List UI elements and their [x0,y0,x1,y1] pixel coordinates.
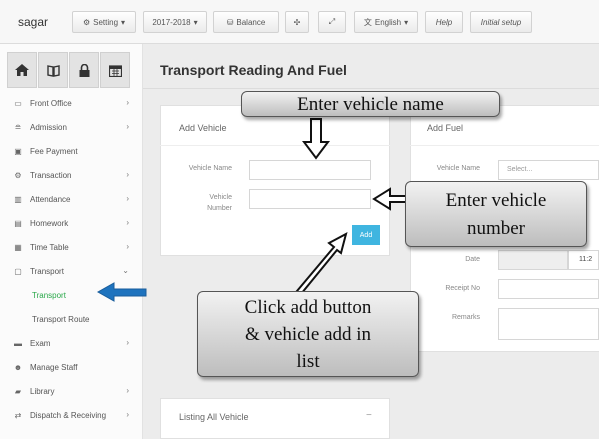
session-dropdown[interactable]: 2017-2018 ▾ [143,11,207,33]
caret-down-icon: ▾ [404,17,409,27]
sidebar-item-library[interactable]: ▰ Library › [0,379,143,403]
vehicle-name-label: Vehicle Name [188,165,232,172]
balance-button[interactable]: ⛁ Balance [213,11,279,33]
sidebar-shortcuts [7,52,130,88]
sidebar-item-homework[interactable]: ▤ Homework › [0,211,143,235]
add-fuel-title: Add Fuel [427,123,464,133]
lock-shortcut[interactable] [69,52,99,88]
help-button[interactable]: Help [425,11,463,33]
remarks-textarea[interactable] [498,308,599,340]
users-icon: ☻ [13,362,23,372]
sidebar-subitem-transport-route[interactable]: Transport Route [0,307,143,331]
brand-name: sagar [18,15,49,29]
chevron-right-icon: › [126,242,129,251]
callout-vehicle-name: Enter vehicle name [241,91,500,117]
bus-icon: ▢ [14,266,22,276]
database-icon: ⛁ [226,17,234,27]
top-navbar: sagar ⚙ Setting ▾ 2017-2018 ▾ ⛁ Balance … [0,0,599,44]
home-shortcut[interactable] [7,52,37,88]
home-icon [15,64,29,76]
sidebar-item-fee-payment[interactable]: ▣ Fee Payment [0,139,143,163]
chevron-right-icon: › [126,410,129,419]
sidebar-item-time-table[interactable]: ▦ Time Table › [0,235,143,259]
chevron-right-icon: › [126,98,129,107]
sidebar: ▭ Front Office › ≘ Admission › ▣ Fee Pay… [0,44,143,439]
library-icon: ▰ [14,386,22,396]
sidebar-item-dispatch[interactable]: ⇄ Dispatch & Receiving › [0,403,143,427]
fuel-vehicle-name-label: Vehicle Name [436,165,480,172]
add-vehicle-title: Add Vehicle [179,123,227,133]
fullscreen-button[interactable]: ⤢ [318,11,346,33]
fuel-vehicle-select[interactable]: Select... [498,160,599,180]
chevron-right-icon: › [126,338,129,347]
remarks-label: Remarks [451,314,480,321]
listing-title: Listing All Vehicle [179,412,249,422]
language-dropdown[interactable]: 文 English ▾ [354,11,418,33]
document-icon: ▬ [14,338,22,348]
sidebar-item-transport[interactable]: ▢ Transport ⌄ [0,259,143,283]
gear-icon: ⚙ [82,17,91,27]
vehicle-name-input[interactable] [249,160,371,180]
sidebar-item-admission[interactable]: ≘ Admission › [0,115,143,139]
graduation-cap-icon: ≘ [14,122,22,132]
callout-vehicle-number: Enter vehicle number [405,181,587,247]
caret-down-icon: ▾ [193,17,198,27]
caret-down-icon: ▾ [121,17,126,27]
monitor-icon: ▭ [14,98,22,108]
calendar-icon: ▦ [14,242,22,252]
book-shortcut[interactable] [38,52,68,88]
panel-divider [160,145,390,146]
gear-icon: ⚙ [14,170,22,180]
receipt-no-label: Receipt No [445,285,480,292]
bar-chart-icon: ▥ [14,194,22,204]
vehicle-number-input[interactable] [249,189,371,209]
compress-button[interactable]: ✣ [285,11,309,33]
panel-divider [410,145,599,146]
sidebar-item-front-office[interactable]: ▭ Front Office › [0,91,143,115]
sidebar-subitem-transport[interactable]: Transport [0,283,143,307]
title-divider [143,88,599,89]
money-icon: ▣ [14,146,22,156]
fuel-date-label: Date [465,256,480,263]
page-title: Transport Reading And Fuel [160,62,347,78]
translate-icon: 文 [363,17,372,27]
initial-setup-button[interactable]: Initial setup [470,11,532,33]
sidebar-item-attendance[interactable]: ▥ Attendance › [0,187,143,211]
chevron-down-icon: ⌄ [122,266,129,275]
exchange-icon: ⇄ [14,410,22,420]
sidebar-item-exam[interactable]: ▬ Exam › [0,331,143,355]
chevron-right-icon: › [126,170,129,179]
receipt-no-input[interactable] [498,279,599,299]
callout-add-button: Click add button & vehicle add in list [197,291,419,377]
chevron-right-icon: › [126,194,129,203]
book-icon: ▤ [14,218,22,228]
chevron-right-icon: › [126,386,129,395]
fuel-date-input[interactable] [498,250,568,270]
book-open-icon [46,64,60,77]
chevron-right-icon: › [126,218,129,227]
vehicle-number-label-line2: Number [207,205,232,212]
setting-dropdown[interactable]: ⚙ Setting ▾ [72,11,136,33]
chevron-right-icon: › [126,122,129,131]
fuel-time-input[interactable]: 11:2 [568,250,599,270]
sidebar-menu: ▭ Front Office › ≘ Admission › ▣ Fee Pay… [0,91,143,427]
sidebar-item-transaction[interactable]: ⚙ Transaction › [0,163,143,187]
sidebar-item-manage-staff[interactable]: ☻ Manage Staff [0,355,143,379]
calendar-shortcut[interactable] [100,52,130,88]
compress-icon: ✣ [293,17,301,27]
calendar-icon [108,64,122,77]
collapse-button[interactable]: − [366,410,372,421]
expand-icon: ⤢ [328,17,336,26]
add-vehicle-button[interactable]: Add [352,225,380,245]
vehicle-number-label-line1: Vehicle [209,194,232,201]
lock-icon [79,63,89,77]
